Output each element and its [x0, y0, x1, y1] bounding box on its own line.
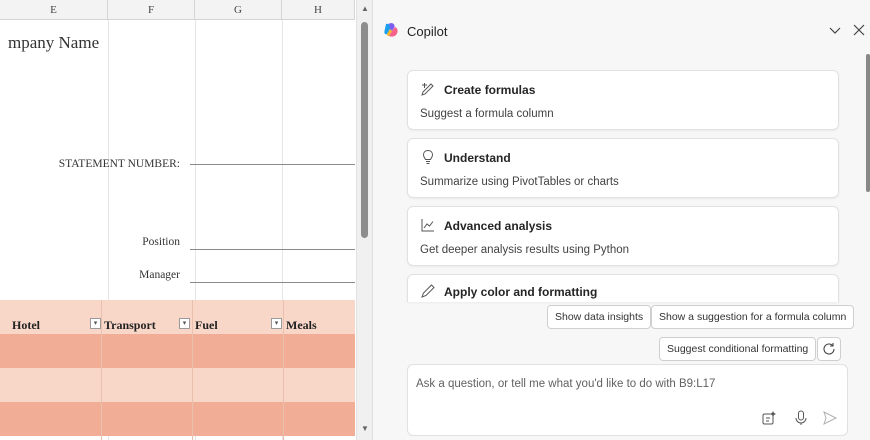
refresh-icon [823, 343, 835, 355]
table-row[interactable] [0, 368, 355, 402]
card-title: Apply color and formatting [444, 285, 598, 299]
card-create-formulas[interactable]: Create formulas Suggest a formula column [407, 70, 839, 130]
table-row[interactable] [0, 402, 355, 436]
manager-label: Manager [139, 269, 180, 281]
paint-pen-icon [421, 284, 435, 298]
column-header-f[interactable]: F [108, 0, 195, 20]
copilot-title: Copilot [407, 24, 448, 39]
table-header-hotel[interactable]: Hotel [12, 318, 40, 333]
line-chart-icon [421, 219, 434, 232]
position-line[interactable] [190, 249, 355, 250]
card-subtitle: Summarize using PivotTables or charts [420, 176, 619, 188]
card-apply-color-formatting[interactable]: Apply color and formatting [407, 274, 839, 302]
filter-dropdown-icon[interactable]: ▾ [90, 318, 101, 329]
prompt-guide-icon[interactable] [760, 409, 778, 427]
card-title: Advanced analysis [444, 219, 553, 233]
spreadsheet-area[interactable]: E F G H mpany Name STATEMENT NUMBER: Pos… [0, 0, 372, 440]
column-header-h[interactable]: H [282, 0, 355, 20]
table-header-meals[interactable]: Meals [286, 318, 317, 333]
table-divider [101, 300, 102, 440]
table-row[interactable] [0, 334, 355, 368]
chip-formula-column-suggestion[interactable]: Show a suggestion for a formula column [651, 305, 855, 329]
table-divider [192, 300, 193, 440]
card-understand[interactable]: Understand Summarize using PivotTables o… [407, 138, 839, 198]
chevron-down-icon[interactable] [826, 21, 844, 39]
card-subtitle: Suggest a formula column [420, 108, 554, 120]
statement-number-line[interactable] [190, 164, 355, 165]
card-subtitle: Get deeper analysis results using Python [420, 244, 630, 256]
table-header-fuel[interactable]: Fuel [195, 318, 218, 333]
copilot-logo-icon [384, 23, 398, 37]
column-header-g[interactable]: G [195, 0, 282, 20]
chip-conditional-formatting[interactable]: Suggest conditional formatting [659, 337, 817, 361]
card-title: Understand [444, 151, 511, 165]
sheet-vertical-scrollbar[interactable]: ▲ ▼ [356, 0, 372, 440]
filter-dropdown-icon[interactable]: ▾ [271, 318, 282, 329]
scroll-up-arrow-icon[interactable]: ▲ [357, 4, 372, 13]
chat-composer [407, 364, 848, 436]
copilot-pane: Copilot Create formulas Suggest a formul… [372, 0, 870, 440]
company-name-cell[interactable]: mpany Name [8, 33, 99, 53]
scroll-down-arrow-icon[interactable]: ▼ [357, 424, 372, 433]
position-label: Position [142, 236, 180, 248]
column-header-bar: E F G H [0, 0, 355, 20]
refresh-suggestions-button[interactable] [817, 337, 841, 361]
chip-show-data-insights[interactable]: Show data insights [547, 305, 652, 329]
microphone-icon[interactable] [792, 409, 810, 427]
card-advanced-analysis[interactable]: Advanced analysis Get deeper analysis re… [407, 206, 839, 266]
formula-pencil-icon [421, 83, 434, 96]
copilot-scrollbar-thumb[interactable] [866, 54, 870, 192]
close-icon[interactable] [850, 21, 868, 39]
filter-dropdown-icon[interactable]: ▾ [179, 318, 190, 329]
statement-number-label: STATEMENT NUMBER: [58, 158, 180, 170]
copilot-header: Copilot [373, 0, 870, 54]
table-divider [283, 300, 284, 440]
manager-line[interactable] [190, 282, 355, 283]
chat-input[interactable] [416, 373, 836, 395]
table-header-transport[interactable]: Transport [104, 318, 156, 333]
lightbulb-icon [422, 149, 434, 164]
send-icon[interactable] [821, 409, 839, 427]
column-header-e[interactable]: E [0, 0, 108, 20]
card-title: Create formulas [444, 83, 536, 97]
scrollbar-thumb[interactable] [361, 22, 368, 238]
